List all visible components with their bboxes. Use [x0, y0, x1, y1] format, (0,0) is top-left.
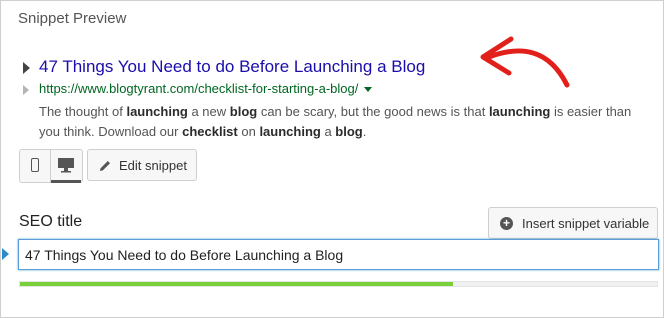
caret-right-icon	[23, 62, 30, 74]
highlighted-keyword: launching	[126, 104, 188, 119]
insert-snippet-variable-button[interactable]: + Insert snippet variable	[488, 207, 658, 239]
focus-indicator-icon	[2, 248, 9, 260]
red-arrow-annotation	[480, 36, 570, 88]
mobile-phone-icon	[31, 158, 39, 172]
edit-snippet-label: Edit snippet	[119, 158, 187, 173]
edit-snippet-button[interactable]: Edit snippet	[87, 149, 197, 181]
highlighted-keyword: blog	[229, 104, 258, 119]
desktop-preview-button[interactable]	[51, 150, 81, 183]
description-text: a	[320, 124, 336, 139]
snippet-editor-panel: Snippet Preview 47 Things You Need to do…	[0, 0, 664, 318]
desktop-monitor-icon	[58, 158, 74, 173]
highlighted-keyword: launching	[259, 124, 321, 139]
insert-snippet-variable-label: Insert snippet variable	[522, 216, 650, 231]
url-dropdown-icon[interactable]	[364, 87, 373, 93]
plus-circle-icon: +	[500, 217, 513, 230]
description-text: on	[237, 124, 260, 139]
seo-title-length-progress	[19, 281, 658, 287]
highlighted-keyword: launching	[488, 104, 551, 119]
description-text: a new	[187, 104, 230, 119]
pencil-icon	[100, 161, 110, 171]
highlighted-keyword: checklist	[182, 124, 238, 139]
device-toggle-group	[19, 149, 83, 183]
snippet-url: https://www.blogtyrant.com/checklist-for…	[39, 81, 373, 96]
description-text: .	[362, 124, 367, 139]
snippet-title-link[interactable]: 47 Things You Need to do Before Launchin…	[39, 57, 425, 77]
snippet-description: The thought of launching a new blog can …	[39, 102, 639, 142]
highlighted-keyword: blog	[335, 124, 363, 139]
caret-right-grey-icon	[23, 85, 29, 95]
progress-fill	[20, 282, 454, 286]
description-text: can be scary, but the good news is that	[257, 104, 489, 119]
description-text: The thought of	[39, 104, 127, 119]
seo-title-input[interactable]	[18, 239, 659, 270]
snippet-url-text: https://www.blogtyrant.com/checklist-for…	[39, 81, 359, 96]
seo-title-label: SEO title	[19, 213, 83, 230]
mobile-preview-button[interactable]	[20, 150, 51, 182]
section-title: Snippet Preview	[18, 10, 127, 27]
